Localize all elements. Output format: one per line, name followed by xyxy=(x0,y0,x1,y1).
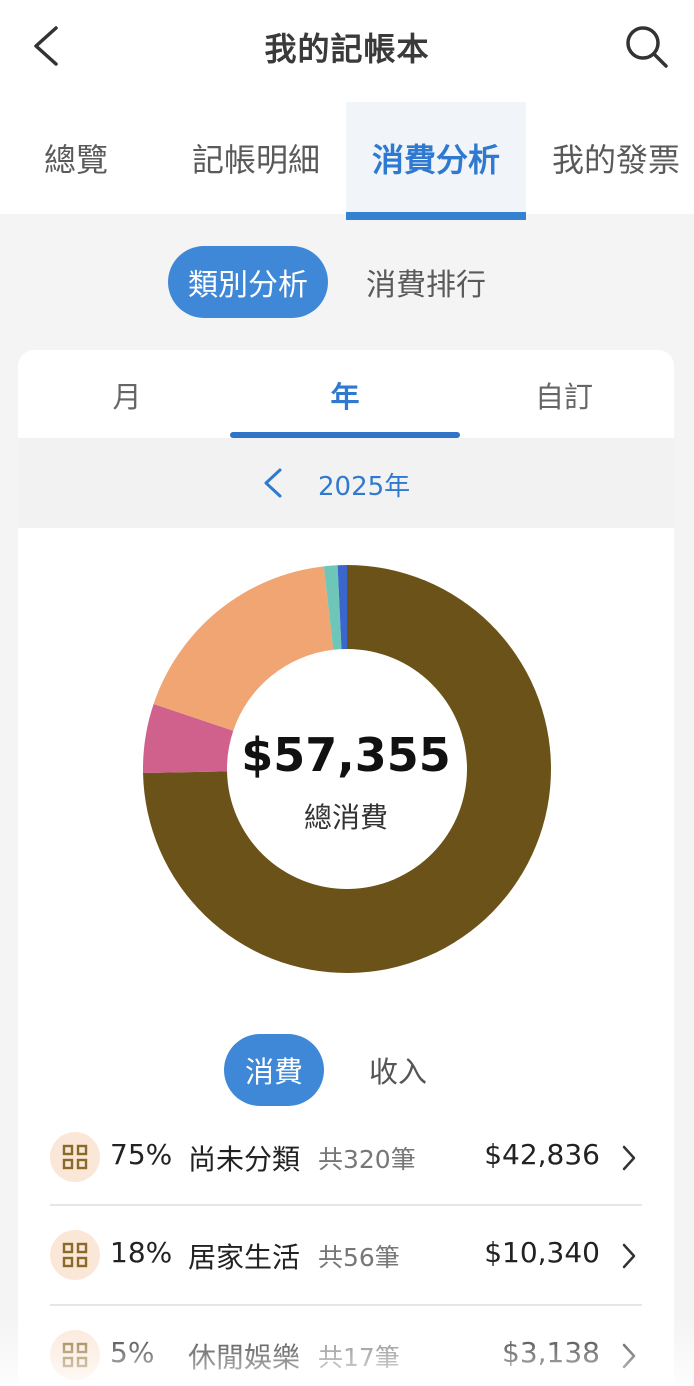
analysis-card: 月 年 自訂 2025年 $57,355 總消費 消費 收入 75% 尚未分類 … xyxy=(18,350,674,1386)
year-navigator: 2025年 xyxy=(18,438,674,528)
tab-overview[interactable]: 總覽 xyxy=(0,102,152,214)
chevron-right-icon xyxy=(622,1243,636,1269)
category-count: 共17筆 xyxy=(318,1343,400,1372)
category-count: 共56筆 xyxy=(318,1243,400,1272)
category-row[interactable]: 5% 休閒娛樂 共17筆 $3,138 xyxy=(50,1306,642,1386)
category-percent: 75% xyxy=(110,1138,173,1171)
tab-analysis[interactable]: 消費分析 xyxy=(346,102,526,214)
app-header: 我的記帳本 xyxy=(0,0,694,96)
grid-icon xyxy=(50,1330,100,1380)
search-button[interactable] xyxy=(622,22,672,72)
previous-year-button[interactable] xyxy=(258,466,288,500)
main-tabs: 總覽 記帳明細 消費分析 我的發票 xyxy=(0,96,694,214)
category-amount: $10,340 xyxy=(484,1236,600,1269)
period-tab-custom[interactable]: 自訂 xyxy=(454,350,674,440)
category-name: 居家生活 xyxy=(188,1241,301,1274)
toggle-income[interactable]: 收入 xyxy=(348,1034,448,1106)
grid-icon xyxy=(50,1230,100,1280)
tab-records[interactable]: 記帳明細 xyxy=(166,102,346,214)
toggle-spending-ranking[interactable]: 消費排行 xyxy=(346,246,506,318)
search-icon xyxy=(626,26,668,68)
category-row[interactable]: 18% 居家生活 共56筆 $10,340 xyxy=(50,1206,642,1306)
category-name: 休閒娛樂 xyxy=(188,1341,301,1374)
toggle-category-analysis[interactable]: 類別分析 xyxy=(168,246,328,318)
grid-icon xyxy=(50,1132,100,1182)
year-label: 2025年 xyxy=(318,472,411,502)
chevron-right-icon xyxy=(622,1343,636,1369)
category-name: 尚未分類 xyxy=(188,1143,301,1176)
donut-slice xyxy=(153,566,334,731)
category-percent: 18% xyxy=(110,1236,173,1269)
total-amount: $57,355 xyxy=(241,728,451,782)
toggle-expense[interactable]: 消費 xyxy=(224,1034,324,1106)
category-amount: $3,138 xyxy=(502,1336,600,1369)
chevron-right-icon xyxy=(622,1145,636,1171)
period-tab-month[interactable]: 月 xyxy=(18,350,236,440)
category-row[interactable]: 75% 尚未分類 共320筆 $42,836 xyxy=(50,1108,642,1208)
period-tab-year[interactable]: 年 xyxy=(236,350,454,440)
category-count: 共320筆 xyxy=(318,1145,416,1174)
category-percent: 5% xyxy=(110,1336,155,1369)
tab-invoices[interactable]: 我的發票 xyxy=(536,102,694,214)
page-title: 我的記帳本 xyxy=(264,30,430,68)
total-label: 總消費 xyxy=(303,801,388,834)
active-tab-indicator xyxy=(346,212,526,220)
chevron-left-icon xyxy=(264,468,282,498)
category-amount: $42,836 xyxy=(484,1138,600,1171)
